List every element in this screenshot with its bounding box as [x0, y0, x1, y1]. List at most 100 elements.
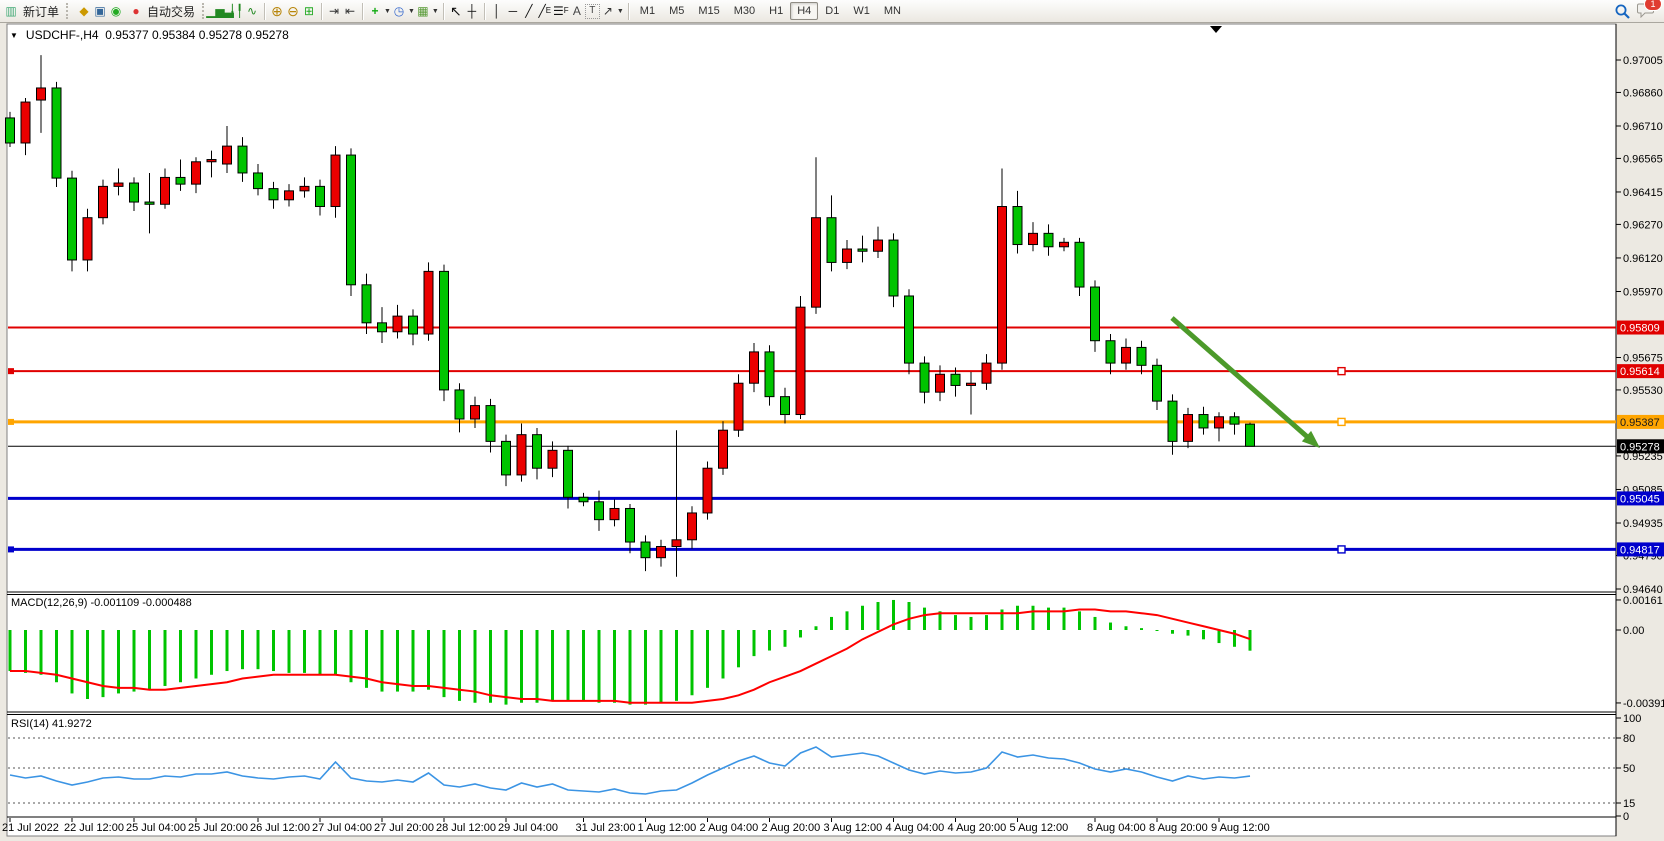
candle-body[interactable] — [765, 352, 774, 397]
candle-body[interactable] — [688, 513, 697, 540]
candle-body[interactable] — [316, 186, 325, 206]
candle-body[interactable] — [672, 540, 681, 547]
candle-body[interactable] — [114, 183, 123, 186]
candle-body[interactable] — [223, 146, 232, 164]
candle-body[interactable] — [254, 173, 263, 189]
candle-body[interactable] — [610, 508, 619, 519]
candle-body[interactable] — [517, 435, 526, 475]
candle-body[interactable] — [1029, 233, 1038, 244]
candle-body[interactable] — [6, 118, 15, 143]
price-badge-label: 0.94817 — [1620, 544, 1660, 556]
candle-body[interactable] — [1215, 417, 1224, 428]
time-tick-label: 25 Jul 04:00 — [126, 822, 186, 834]
candle-body[interactable] — [269, 189, 278, 200]
candle-body[interactable] — [486, 406, 495, 442]
candle-body[interactable] — [68, 178, 77, 260]
candle-body[interactable] — [579, 497, 588, 501]
price-tick-label: 0.96710 — [1623, 121, 1663, 133]
candle-body[interactable] — [626, 508, 635, 542]
level-handle[interactable] — [1338, 368, 1345, 375]
candle-body[interactable] — [409, 316, 418, 334]
chart-canvas[interactable]: 0.970050.968600.967100.965650.964150.962… — [0, 0, 1664, 841]
candle-body[interactable] — [1106, 341, 1115, 363]
candle-body[interactable] — [533, 435, 542, 469]
candle-body[interactable] — [192, 162, 201, 184]
time-tick-label: 27 Jul 04:00 — [312, 822, 372, 834]
candle-body[interactable] — [393, 316, 402, 332]
candle-body[interactable] — [843, 249, 852, 262]
level-handle[interactable] — [1338, 546, 1345, 553]
price-badge-label: 0.95387 — [1620, 417, 1660, 429]
candle-body[interactable] — [1184, 415, 1193, 442]
candle-body[interactable] — [936, 374, 945, 392]
candle-body[interactable] — [331, 155, 340, 206]
candle-body[interactable] — [99, 186, 108, 217]
level-handle[interactable] — [8, 368, 14, 374]
candle-body[interactable] — [750, 352, 759, 383]
candle-body[interactable] — [951, 374, 960, 385]
candle-body[interactable] — [1246, 424, 1255, 446]
price-badge-label: 0.95614 — [1620, 366, 1660, 378]
candle-body[interactable] — [874, 240, 883, 251]
candle-body[interactable] — [982, 363, 991, 383]
candle-body[interactable] — [285, 191, 294, 200]
candle-body[interactable] — [161, 177, 170, 204]
candle-body[interactable] — [595, 502, 604, 520]
candle-body[interactable] — [145, 202, 154, 204]
candle-body[interactable] — [858, 249, 867, 251]
candle-body[interactable] — [238, 146, 247, 173]
candle-body[interactable] — [207, 160, 216, 162]
candle-body[interactable] — [37, 88, 46, 100]
price-tick-label: 0.94935 — [1623, 518, 1663, 530]
candle-body[interactable] — [1137, 347, 1146, 365]
candle-body[interactable] — [130, 183, 139, 202]
candle-body[interactable] — [502, 441, 511, 475]
candle-body[interactable] — [471, 406, 480, 419]
candle-body[interactable] — [905, 296, 914, 363]
candle-body[interactable] — [703, 468, 712, 513]
candle-body[interactable] — [21, 102, 30, 143]
candle-body[interactable] — [796, 307, 805, 414]
candle-body[interactable] — [1013, 207, 1022, 245]
level-handle[interactable] — [1338, 418, 1345, 425]
candle-body[interactable] — [1168, 401, 1177, 441]
level-handle[interactable] — [8, 546, 14, 552]
candle-body[interactable] — [455, 390, 464, 419]
candle-body[interactable] — [1091, 287, 1100, 341]
candle-body[interactable] — [424, 271, 433, 334]
candle-body[interactable] — [827, 218, 836, 263]
candle-body[interactable] — [1044, 233, 1053, 246]
candle-body[interactable] — [1060, 242, 1069, 246]
candle-body[interactable] — [347, 155, 356, 285]
candle-body[interactable] — [548, 450, 557, 468]
candle-body[interactable] — [967, 383, 976, 385]
rsi-tick-label: 50 — [1623, 763, 1635, 775]
candle-body[interactable] — [657, 547, 666, 558]
candle-body[interactable] — [1230, 417, 1239, 424]
candle-body[interactable] — [1199, 415, 1208, 428]
rsi-tick-label: 15 — [1623, 798, 1635, 810]
candle-body[interactable] — [641, 542, 650, 558]
candle-body[interactable] — [1122, 347, 1131, 363]
candle-body[interactable] — [83, 218, 92, 260]
candle-body[interactable] — [1153, 365, 1162, 401]
level-handle[interactable] — [8, 419, 14, 425]
candle-body[interactable] — [564, 450, 573, 497]
time-tick-label: 2 Aug 04:00 — [700, 822, 759, 834]
candle-body[interactable] — [1075, 242, 1084, 287]
candle-body[interactable] — [812, 218, 821, 307]
candle-body[interactable] — [889, 240, 898, 296]
candle-body[interactable] — [781, 397, 790, 415]
candle-body[interactable] — [440, 271, 449, 390]
candle-body[interactable] — [998, 207, 1007, 364]
chart-menu-caret-icon[interactable]: ▼ — [10, 31, 18, 40]
candle-body[interactable] — [52, 88, 61, 178]
candle-body[interactable] — [719, 430, 728, 468]
candle-body[interactable] — [734, 383, 743, 430]
chart-ohlc-readout: 0.95377 0.95384 0.95278 0.95278 — [105, 28, 289, 42]
candle-body[interactable] — [378, 323, 387, 332]
candle-body[interactable] — [362, 285, 371, 323]
candle-body[interactable] — [920, 363, 929, 392]
candle-body[interactable] — [176, 177, 185, 184]
candle-body[interactable] — [300, 186, 309, 190]
